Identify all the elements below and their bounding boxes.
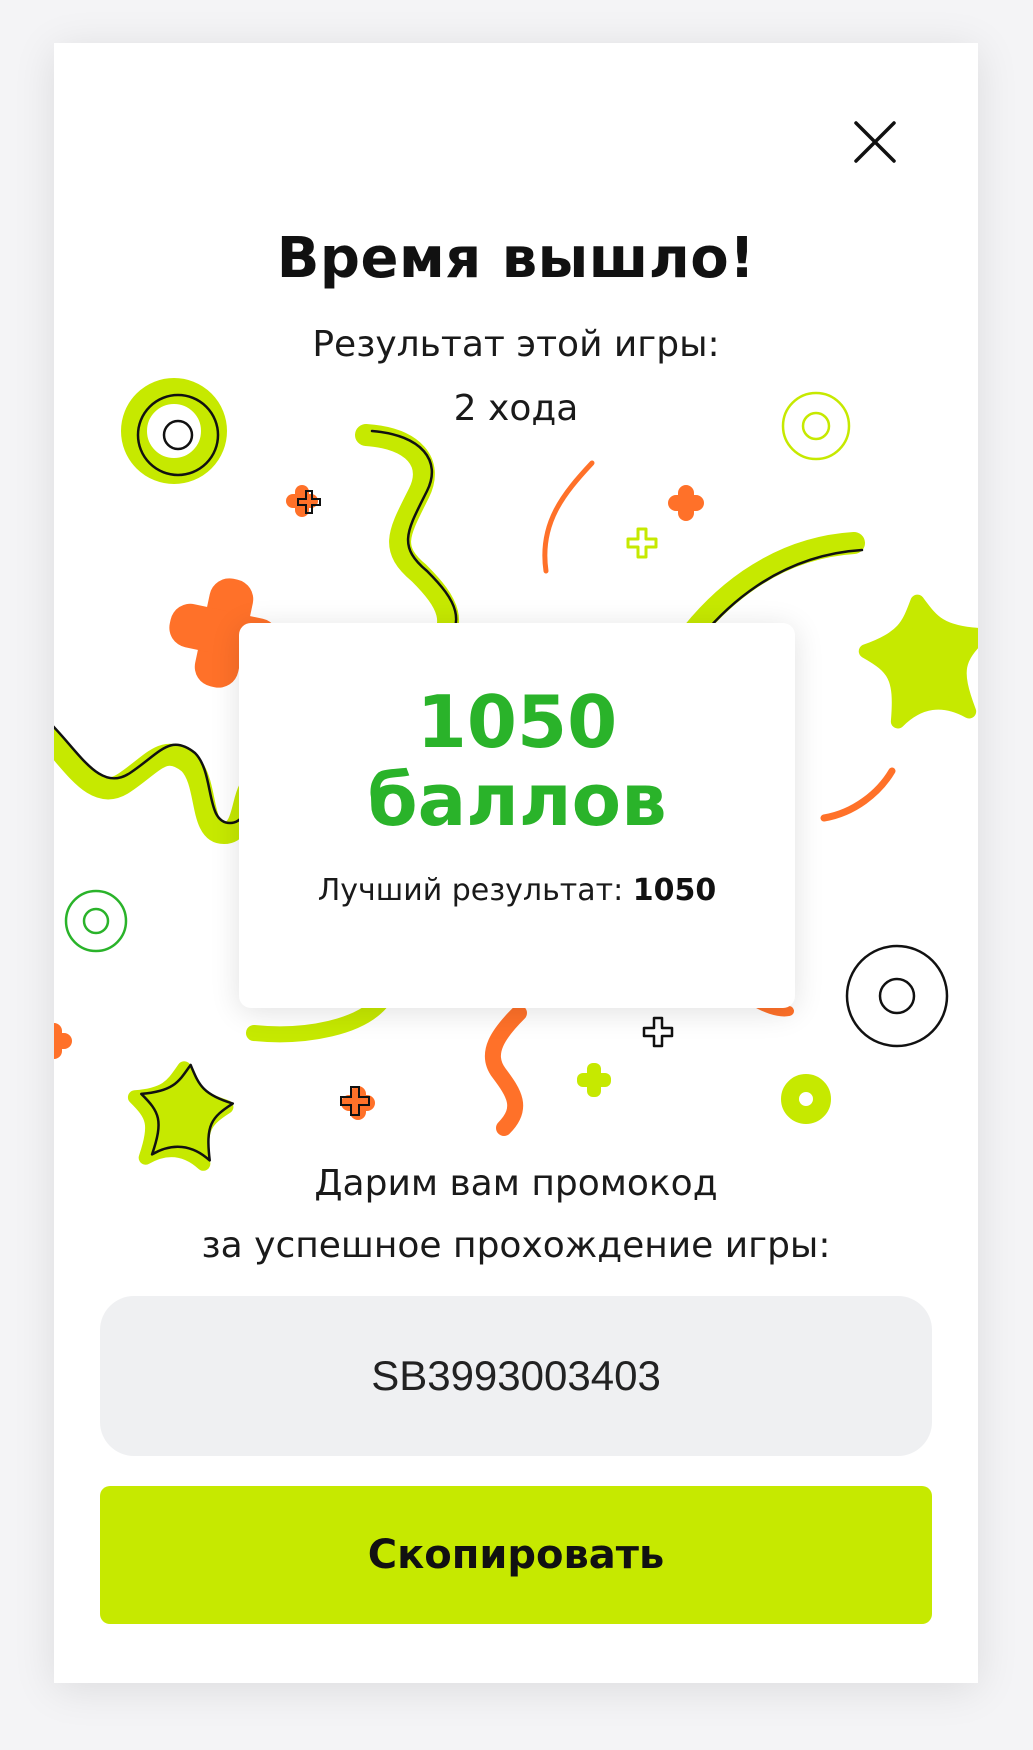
promo-line-2: за успешное прохождение игры: [201,1225,831,1266]
promo-code-value: SB3993003403 [371,1352,661,1399]
arc-shape [820,767,896,822]
promo-message: Дарим вам промокод за успешное прохожден… [54,1153,978,1277]
result-summary: Результат этой игры: 2 хода [54,313,978,441]
ring-shape [781,1074,831,1124]
result-modal: Время вышло! Результат этой игры: 2 хода… [54,43,978,1683]
cross-shape [54,1023,72,1059]
score-unit: баллов [367,758,667,842]
squiggle-shape [485,1005,527,1136]
close-icon [854,121,896,163]
promo-line-1: Дарим вам промокод [314,1163,718,1204]
star-shape [858,594,978,729]
page-title: Время вышло! [276,226,756,291]
moves-count: 2 хода [453,388,579,429]
score-points: 1050 [416,680,618,764]
result-label: Результат этой игры: [312,324,720,365]
ring-shape [845,944,949,1048]
squiggle-shape [355,424,460,664]
best-result-value: 1050 [632,873,717,908]
cross-shape [626,527,658,559]
score-card: 1050 баллов Лучший результат: 1050 [239,623,795,1008]
ring-shape [64,889,128,953]
copy-button[interactable]: Скопировать [100,1486,932,1624]
star-shape [127,1061,235,1171]
score-value: 1050 баллов [239,683,795,839]
promo-code-field[interactable]: SB3993003403 [100,1296,932,1456]
best-result-label: Лучший результат: [317,873,624,908]
arc-shape [542,460,595,574]
cross-shape [668,485,704,521]
cross-shape [286,485,321,517]
cross-shape [340,1086,375,1120]
close-button[interactable] [840,107,910,177]
cross-shape [577,1063,611,1097]
cross-shape [642,1016,674,1048]
best-result: Лучший результат: 1050 [239,873,795,908]
